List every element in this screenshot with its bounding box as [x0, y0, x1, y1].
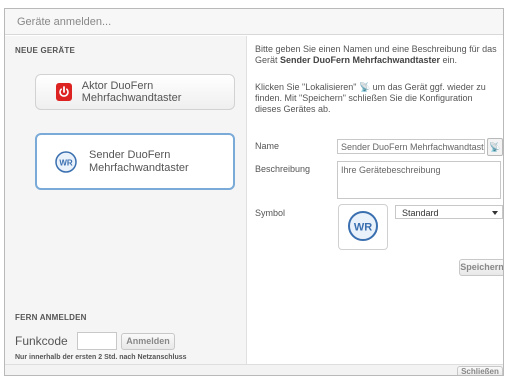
- anmelden-button[interactable]: Anmelden: [121, 332, 175, 350]
- wr-logo-icon: WR: [347, 210, 379, 244]
- locate-instruction: Klicken Sie "Lokalisieren" 📡 um das Gerä…: [255, 82, 486, 114]
- device-item-aktor[interactable]: Aktor DuoFern Mehrfachwandtaster: [35, 74, 235, 110]
- name-label: Name: [255, 141, 280, 151]
- device-item-label: Sender DuoFern Mehrfachwandtaster: [89, 148, 189, 174]
- fern-anmelden-heading: FERN ANMELDEN: [15, 313, 87, 322]
- funkcode-label: Funkcode: [15, 334, 68, 348]
- symbol-preview: WR: [338, 204, 388, 250]
- symbol-select-value: Standard: [402, 208, 439, 218]
- device-registration-dialog: Geräte anmelden... NEUE GERÄTE Aktor Duo…: [4, 8, 504, 376]
- funkcode-row: Funkcode Anmelden: [15, 332, 175, 350]
- chevron-down-icon: [492, 211, 498, 215]
- description-label: Beschreibung: [255, 164, 311, 174]
- svg-text:WR: WR: [354, 222, 372, 234]
- name-input[interactable]: Sender DuoFern Mehrfachwandtaster: [337, 139, 485, 154]
- close-button[interactable]: Schließen: [457, 366, 503, 375]
- description-input[interactable]: Ihre Gerätebeschreibung: [337, 161, 501, 199]
- intro-text: Bitte geben Sie einen Namen und eine Bes…: [255, 44, 497, 65]
- symbol-label: Symbol: [255, 208, 286, 218]
- device-item-sender[interactable]: WR Sender DuoFern Mehrfachwandtaster: [35, 133, 235, 190]
- dialog-footer: Schließen: [5, 364, 503, 375]
- dialog-title: Geräte anmelden...: [5, 9, 503, 35]
- wr-logo-icon: WR: [55, 150, 77, 173]
- intro-device-name: Sender DuoFern Mehrfachwandtaster: [280, 55, 441, 65]
- device-item-label: Aktor DuoFern Mehrfachwandtaster: [81, 80, 182, 104]
- new-devices-heading: NEUE GERÄTE: [15, 46, 75, 55]
- funkcode-hint: Nur innerhalb der ersten 2 Std. nach Net…: [15, 354, 187, 361]
- svg-text:WR: WR: [59, 158, 73, 167]
- antenna-icon: 📡: [489, 142, 501, 152]
- save-button[interactable]: Speichern: [459, 259, 503, 276]
- left-panel: NEUE GERÄTE Aktor DuoFern Mehrfachwandta…: [5, 36, 247, 364]
- funkcode-input[interactable]: [77, 332, 117, 350]
- right-panel: Bitte geben Sie einen Namen und eine Bes…: [255, 36, 503, 366]
- symbol-select[interactable]: Standard: [395, 205, 503, 219]
- locate-button[interactable]: 📡: [487, 138, 503, 156]
- power-icon: [56, 83, 72, 101]
- locate-icon: 📡: [358, 82, 371, 92]
